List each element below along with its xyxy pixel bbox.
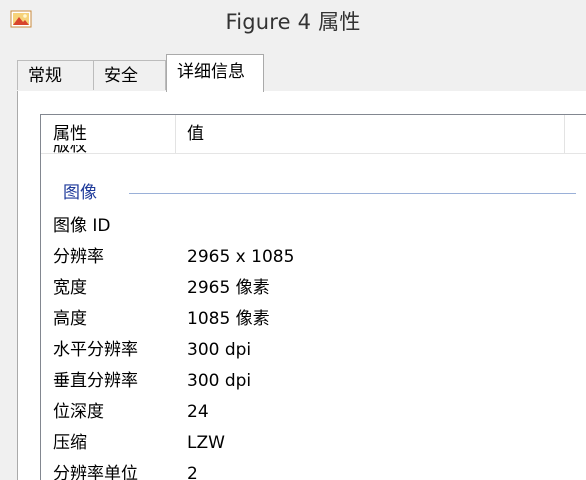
group-header-image[interactable]: 图像 <box>63 181 576 205</box>
property-value: 2 <box>187 464 198 480</box>
list-item[interactable]: 版权 <box>41 145 586 161</box>
list-item[interactable]: 压缩 LZW <box>41 428 586 459</box>
property-value: 300 dpi <box>187 371 252 391</box>
tab-general[interactable]: 常规 <box>17 60 94 90</box>
property-value: 2965 x 1085 <box>187 247 295 267</box>
property-value: 2965 像素 <box>187 278 270 298</box>
list-item[interactable]: 位深度 24 <box>41 397 586 428</box>
list-item[interactable]: 水平分辨率 300 dpi <box>41 335 586 366</box>
property-name: 分辨率 <box>53 247 104 267</box>
property-name: 位深度 <box>53 402 104 422</box>
group-divider <box>129 193 576 194</box>
list-item[interactable]: 垂直分辨率 300 dpi <box>41 366 586 397</box>
tab-bar: 常规 安全 详细信息 <box>0 52 586 92</box>
list-item[interactable]: 图像 ID <box>41 211 586 242</box>
list-item[interactable]: 高度 1085 像素 <box>41 304 586 335</box>
property-value: 300 dpi <box>187 340 252 360</box>
property-value: 1085 像素 <box>187 309 270 329</box>
property-value: LZW <box>187 433 225 453</box>
list-item[interactable]: 分辨率 2965 x 1085 <box>41 242 586 273</box>
property-name: 分辨率单位 <box>53 464 138 480</box>
property-name: 宽度 <box>53 278 87 298</box>
list-item[interactable]: 宽度 2965 像素 <box>41 273 586 304</box>
property-name: 图像 ID <box>53 216 111 236</box>
property-name: 垂直分辨率 <box>53 371 138 391</box>
properties-list[interactable]: 属性 值 版权 图像 图像 ID 分辨率 2965 x 1085 宽度 2965… <box>40 114 586 480</box>
list-item[interactable]: 分辨率单位 2 <box>41 459 586 480</box>
tab-details[interactable]: 详细信息 <box>166 54 264 92</box>
title-bar: Figure 4 属性 <box>0 0 586 40</box>
property-name: 水平分辨率 <box>53 340 138 360</box>
property-name: 版权 <box>53 145 87 156</box>
tab-security[interactable]: 安全 <box>93 60 166 90</box>
property-name: 高度 <box>53 309 87 329</box>
group-label: 图像 <box>63 183 97 203</box>
property-value: 24 <box>187 402 209 422</box>
property-name: 压缩 <box>53 433 87 453</box>
window-title: Figure 4 属性 <box>225 10 361 34</box>
